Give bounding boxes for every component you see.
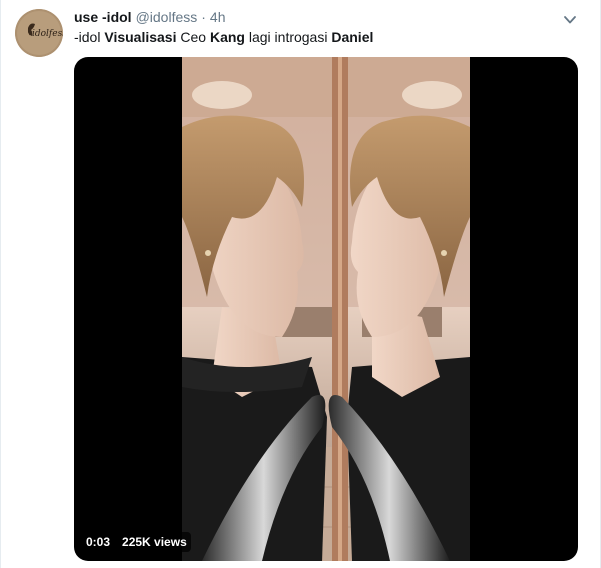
video-duration: 0:03 — [82, 532, 115, 552]
tweet-text-segment[interactable]: Daniel — [331, 29, 373, 45]
video-player[interactable]: 0:03 225K views — [74, 57, 578, 561]
tweet-text-segment: -idol — [74, 29, 105, 45]
tweet-header: use -idol @idolfess · 4h — [74, 8, 226, 26]
timestamp[interactable]: 4h — [210, 8, 226, 26]
avatar-text: idolfess — [32, 29, 63, 39]
video-frame[interactable] — [182, 57, 470, 561]
video-thumbnail — [182, 57, 470, 561]
tweet-card: idolfess use -idol @idolfess · 4h -idol … — [0, 0, 601, 568]
tweet-text-segment: Ceo — [176, 29, 210, 45]
user-handle[interactable]: @idolfess — [136, 8, 198, 26]
avatar[interactable]: idolfess — [15, 9, 63, 57]
tweet-text: -idol Visualisasi Ceo Kang lagi introgas… — [74, 28, 373, 47]
separator: · — [201, 9, 206, 25]
avatar-logo-icon: idolfess — [15, 9, 63, 57]
chevron-down-icon[interactable] — [564, 12, 576, 24]
video-info: 0:03 225K views — [82, 530, 191, 554]
tweet-text-segment[interactable]: Visualisasi — [104, 29, 176, 45]
tweet-text-segment: lagi introgasi — [244, 29, 332, 45]
tweet-text-segment[interactable]: Kang — [210, 29, 245, 45]
video-views: 225K views — [118, 532, 191, 552]
display-name[interactable]: use -idol — [74, 8, 132, 26]
